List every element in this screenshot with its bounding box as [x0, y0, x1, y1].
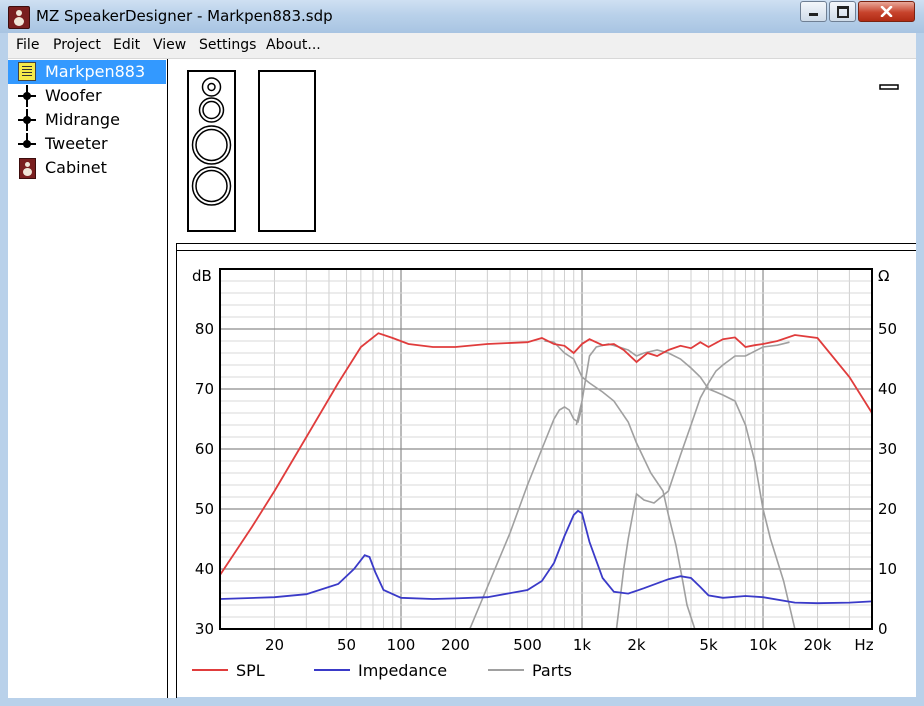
x-tick-label: 200 — [441, 636, 470, 654]
y2-tick-label: 50 — [878, 320, 897, 338]
menu-edit[interactable]: Edit — [113, 37, 140, 53]
legend-label: Parts — [532, 661, 572, 680]
response-chart[interactable]: dB Ω 30 40 50 60 70 80 0 10 20 30 40 50 20 50 100 200 500 1… — [176, 252, 916, 697]
driver-node-icon — [18, 133, 36, 148]
series-spl-line — [219, 332, 873, 576]
x-tick-label: 2k — [627, 636, 646, 654]
y2-tick-label: 40 — [878, 380, 897, 398]
app-icon[interactable] — [8, 6, 30, 29]
legend-label: SPL — [236, 661, 265, 680]
menu-bar: File Project Edit View Settings About... — [0, 33, 924, 59]
x-tick-label: 20 — [265, 636, 284, 654]
tree-item-label: Markpen883 — [45, 62, 146, 81]
minimize-button[interactable] — [800, 1, 827, 22]
x-tick-label: 10k — [749, 636, 777, 654]
tree-item-label: Woofer — [45, 86, 102, 105]
menu-settings[interactable]: Settings — [199, 37, 256, 53]
tree-item-woofer[interactable]: Woofer — [8, 84, 166, 108]
parts-curve — [469, 406, 583, 630]
tree-item-label: Tweeter — [45, 134, 108, 153]
minimize-panel-icon[interactable] — [879, 84, 899, 90]
maximize-button[interactable] — [829, 1, 856, 22]
y2-tick-label: 0 — [878, 620, 888, 638]
y-tick-label: 50 — [195, 500, 214, 518]
title-bar[interactable]: MZ SpeakerDesigner - Markpen883.sdp — [0, 0, 924, 33]
y2-tick-label: 30 — [878, 440, 897, 458]
cabinet-icon — [19, 158, 36, 179]
divider — [176, 243, 916, 244]
menu-file[interactable]: File — [16, 37, 39, 53]
x-tick-label: 100 — [387, 636, 416, 654]
y-tick-label: 80 — [195, 320, 214, 338]
driver-node-icon — [18, 109, 36, 131]
window-frame-bottom — [0, 697, 924, 706]
tree-item-midrange[interactable]: Midrange — [8, 108, 166, 132]
y-tick-label: 70 — [195, 380, 214, 398]
tree-item-project[interactable]: Markpen883 — [8, 60, 166, 84]
tree-item-cabinet[interactable]: Cabinet — [8, 156, 166, 180]
driver-node-icon — [18, 85, 36, 107]
document-icon — [18, 62, 36, 81]
legend-label: Impedance — [358, 661, 447, 680]
y2-tick-label: 20 — [878, 500, 897, 518]
x-tick-label: 5k — [699, 636, 718, 654]
menu-about[interactable]: About... — [266, 37, 321, 53]
cabinet-drawing — [187, 70, 899, 232]
cabinet-front-view[interactable] — [187, 70, 236, 232]
tree-item-tweeter[interactable]: Tweeter — [8, 132, 166, 156]
window-frame-right — [916, 33, 924, 706]
tree-item-label: Cabinet — [45, 158, 107, 177]
cabinet-side-view[interactable] — [258, 70, 316, 232]
x-unit-label: Hz — [854, 636, 873, 654]
speaker-view — [176, 59, 916, 243]
y2-tick-label: 10 — [878, 560, 897, 578]
y-tick-label: 40 — [195, 560, 214, 578]
minimize-icon — [809, 13, 818, 16]
project-tree: Markpen883 Woofer Midrange Tweeter Cabin… — [8, 59, 168, 698]
window-frame-left — [0, 33, 8, 706]
chart-legend: SPL Impedance Parts — [192, 661, 572, 680]
x-tick-label: 500 — [513, 636, 542, 654]
close-button[interactable] — [858, 1, 915, 22]
menu-project[interactable]: Project — [53, 37, 101, 53]
y-tick-label: 60 — [195, 440, 214, 458]
series-lines — [219, 332, 873, 605]
y-axis-label: dB — [192, 267, 212, 285]
divider — [176, 250, 916, 251]
x-tick-label: 1k — [573, 636, 592, 654]
x-tick-label: 50 — [337, 636, 356, 654]
menu-view[interactable]: View — [153, 37, 186, 53]
window-title: MZ SpeakerDesigner - Markpen883.sdp — [36, 7, 333, 25]
x-tick-label: 20k — [804, 636, 832, 654]
tree-item-label: Midrange — [45, 110, 120, 129]
close-icon — [880, 6, 893, 17]
y2-axis-label: Ω — [878, 267, 889, 285]
maximize-icon — [837, 6, 849, 18]
y-tick-label: 30 — [195, 620, 214, 638]
